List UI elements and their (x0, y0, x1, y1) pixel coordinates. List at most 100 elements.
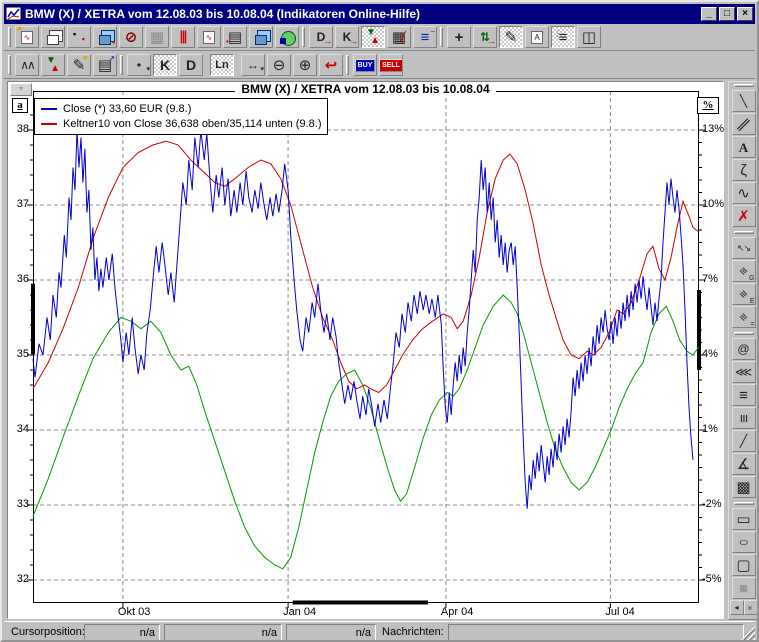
news-label: Nachrichten: (382, 626, 444, 638)
elliott-tool[interactable]: ≡E (732, 283, 756, 305)
zoom-back-button[interactable]: ↩ (319, 54, 343, 76)
signals-button[interactable]: ▼▲ (41, 54, 65, 76)
zoom-in-button[interactable]: ⊕ (293, 54, 317, 76)
cascade-windows-button[interactable] (249, 26, 273, 48)
price-chart-plot[interactable] (33, 91, 699, 603)
line-tool[interactable]: ╲ (732, 90, 756, 112)
toolbar-grip[interactable] (8, 55, 11, 75)
bar-chart-button[interactable]: D (179, 54, 203, 76)
close-button[interactable]: × (737, 7, 753, 21)
draw-pencil-button[interactable]: ✎ (499, 26, 523, 48)
no-edit-button[interactable]: ⊘ (119, 26, 143, 48)
filled-rectangle-tool[interactable]: ■ (732, 577, 756, 599)
resize-grip[interactable] (741, 626, 755, 640)
absolute-scale-button[interactable]: a (12, 98, 28, 113)
web-update-button[interactable] (275, 26, 299, 48)
freehand-tool[interactable]: ζ (732, 159, 756, 181)
y-axis-left-tick: 32 (8, 573, 29, 585)
cursor-position-label: Cursorposition: (11, 626, 85, 638)
buy-button[interactable]: BUY (353, 54, 377, 76)
edit-wand-button[interactable]: ✎★ (67, 54, 91, 76)
news-field (448, 624, 744, 641)
linked-windows-button[interactable]: ▪ (93, 26, 117, 48)
retracement-lines-tool[interactable]: ≡ (732, 384, 756, 406)
cursor-x-field: n/a (84, 624, 160, 641)
crosshair-button[interactable]: + (447, 26, 471, 48)
properties-button[interactable]: ▤↗ (93, 54, 117, 76)
toolbar-row-1: ∿★▪▪▪⊘▦|||∿▤•D→K→▼▲▦╱≡−+⇅→✎A≡⋮◫ (4, 24, 755, 51)
kurs-data-button[interactable]: K→ (335, 26, 359, 48)
properties-button-overlay: ↗ (108, 55, 115, 63)
app-icon (6, 6, 22, 22)
y-axis-right-tick: 1% (702, 423, 718, 435)
toolbar-grip[interactable] (734, 502, 754, 505)
sell-button[interactable]: SELL (379, 54, 403, 76)
levels-button[interactable]: ≡− (413, 26, 437, 48)
new-chart-button[interactable]: ∿★ (15, 26, 39, 48)
toolbar-grip[interactable] (734, 231, 754, 234)
scroll-left-button[interactable]: ◂ (730, 600, 744, 615)
text-tool[interactable]: A (732, 136, 756, 158)
x-axis-tick: Okt 03 (118, 606, 150, 618)
maximize-button[interactable]: □ (719, 7, 735, 21)
log-scale-button[interactable]: Ln (210, 54, 234, 76)
y-axis-left-tick: 37 (8, 198, 29, 210)
legend-close-label: Close (*) 33,60 EUR (9.8.) (63, 103, 191, 115)
gann-tool[interactable]: ≡G (732, 260, 756, 282)
line-style-button-overlay: ▾ (146, 66, 150, 73)
time-range-button[interactable]: ↔▾ (241, 54, 265, 76)
layout-button[interactable]: ◫ (577, 26, 601, 48)
trend-channel-tool[interactable]: ↖↘ (732, 237, 756, 259)
candle-chart-button[interactable]: K (153, 54, 177, 76)
report-window-button[interactable]: ▤• (223, 26, 247, 48)
y-axis-right-tick: -2% (702, 498, 722, 510)
wave-tool[interactable]: ∿ (732, 182, 756, 204)
move-arrows-button[interactable]: ⇅→ (473, 26, 497, 48)
delete-drawing-tool[interactable]: ✗ (732, 205, 756, 227)
percent-scale-button[interactable]: % (697, 97, 719, 114)
data-squares-button[interactable]: ▪▪ (67, 26, 91, 48)
compress-button[interactable]: ▼▲ (361, 26, 385, 48)
minimize-button[interactable]: _ (701, 7, 717, 21)
new-chart-button-overlay: ★ (16, 25, 23, 47)
line-style-button[interactable]: •▾ (127, 54, 151, 76)
linked-windows-button-overlay: ▪ (112, 39, 115, 47)
rectangle-tool[interactable]: ▭ (732, 508, 756, 530)
parallel-channel-tool[interactable]: ≡= (732, 306, 756, 328)
zigzag-indicator-button[interactable]: ∧∧ (15, 54, 39, 76)
copy-button[interactable] (41, 26, 65, 48)
line-chart-button[interactable]: ∿ (197, 26, 221, 48)
vertical-lines-tool[interactable]: ≡ (732, 407, 756, 429)
cursor-value-field: n/a (286, 624, 376, 641)
objects-list-button[interactable]: ≡⋮ (551, 26, 575, 48)
y-axis-right-tick: 13% (702, 123, 724, 135)
toolbar-grip[interactable] (120, 55, 123, 75)
spiral-tool[interactable]: @ (732, 338, 756, 360)
fan-lines-tool[interactable]: ⋘ (732, 361, 756, 383)
chart-grid-button[interactable]: ▦╱ (387, 26, 411, 48)
toolbar-grip[interactable] (346, 55, 349, 75)
zoom-out-button[interactable]: ⊖ (267, 54, 291, 76)
title-bar[interactable]: BMW (X) / XETRA vom 12.08.03 bis 10.08.0… (4, 4, 755, 24)
daily-data-button[interactable]: D→ (309, 26, 333, 48)
histogram-button[interactable]: ||| (171, 26, 195, 48)
collapse-button[interactable]: ▾ (10, 83, 32, 96)
rounded-rectangle-tool[interactable]: ▢ (732, 554, 756, 576)
scroll-more-button[interactable]: « (744, 600, 758, 615)
toolbar-grip[interactable] (734, 332, 754, 335)
toolbar-grip[interactable] (734, 84, 754, 87)
trendline-tool[interactable]: ╱ (732, 430, 756, 452)
speed-lines-tool[interactable]: ∡ (732, 453, 756, 475)
window-title: BMW (X) / XETRA vom 12.08.03 bis 10.08.0… (25, 7, 699, 21)
y-axis-right-tick: 7% (702, 273, 718, 285)
toolbar-grip[interactable] (8, 27, 11, 47)
parallel-lines-tool[interactable]: ∥ (732, 113, 756, 135)
toolbar-grip[interactable] (440, 27, 443, 47)
text-note-button[interactable]: A (525, 26, 549, 48)
crosshatch-tool[interactable]: ▩ (732, 476, 756, 498)
table-button[interactable]: ▦ (145, 26, 169, 48)
toolbar-grip[interactable] (302, 27, 305, 47)
ellipse-tool[interactable]: ○ (732, 531, 756, 553)
keltner-line-swatch (41, 123, 57, 125)
y-axis-right-tick: 4% (702, 348, 718, 360)
